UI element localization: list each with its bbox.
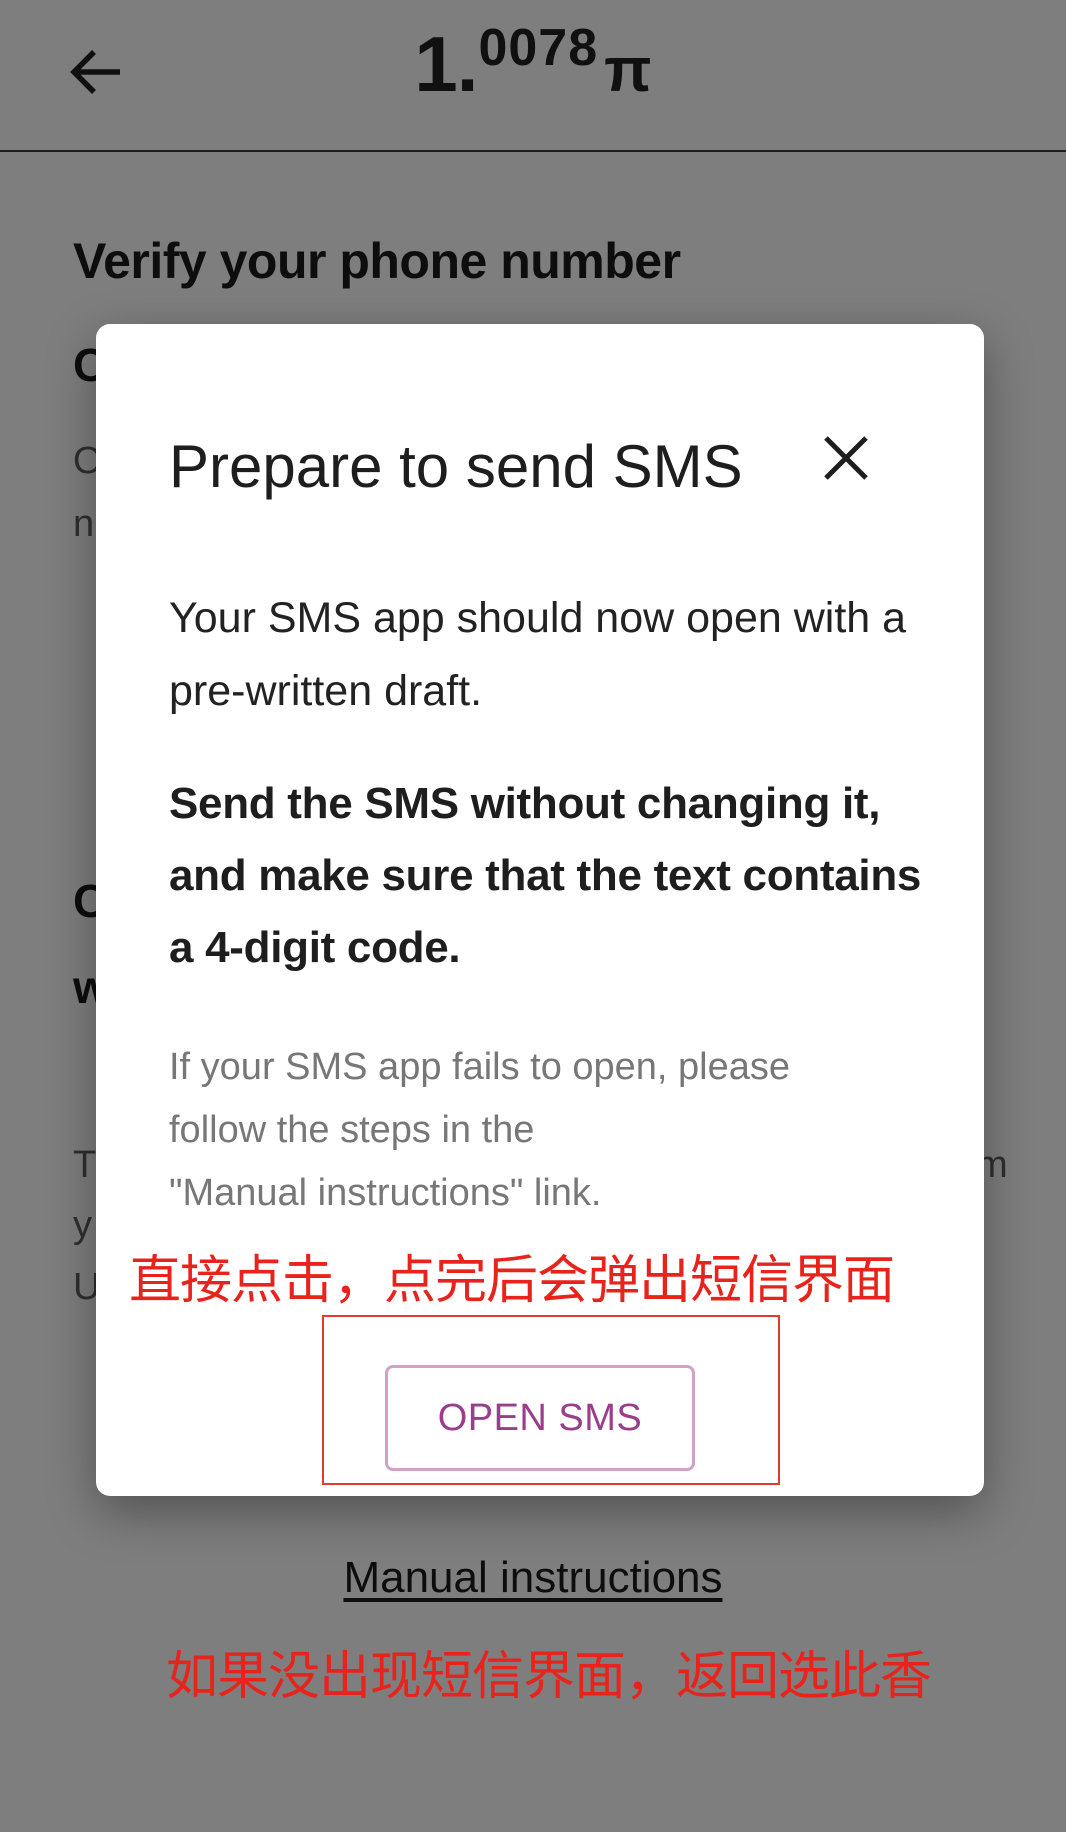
annotation-click-hint: 直接点击，点完后会弹出短信界面: [129, 1251, 895, 1311]
fallback-line-1: If your SMS app fails to open, please: [169, 1046, 791, 1088]
annotation-manual-hint: 如果没出现短信界面，返回选此香: [166, 1647, 932, 1707]
fallback-line-2: follow the steps in the: [169, 1109, 535, 1151]
dialog-intro-text: Your SMS app should now open with a pre-…: [169, 594, 907, 715]
dialog-fallback-text: If your SMS app fails to open, please fo…: [169, 1036, 909, 1225]
close-button[interactable]: [816, 428, 876, 488]
dialog-instruction-text: Send the SMS without changing it, and ma…: [169, 779, 922, 972]
dialog-title: Prepare to send SMS: [169, 433, 743, 500]
open-sms-button[interactable]: OPEN SMS: [385, 1365, 695, 1471]
fallback-line-3: "Manual instructions" link.: [169, 1172, 602, 1214]
close-icon: [824, 436, 868, 480]
